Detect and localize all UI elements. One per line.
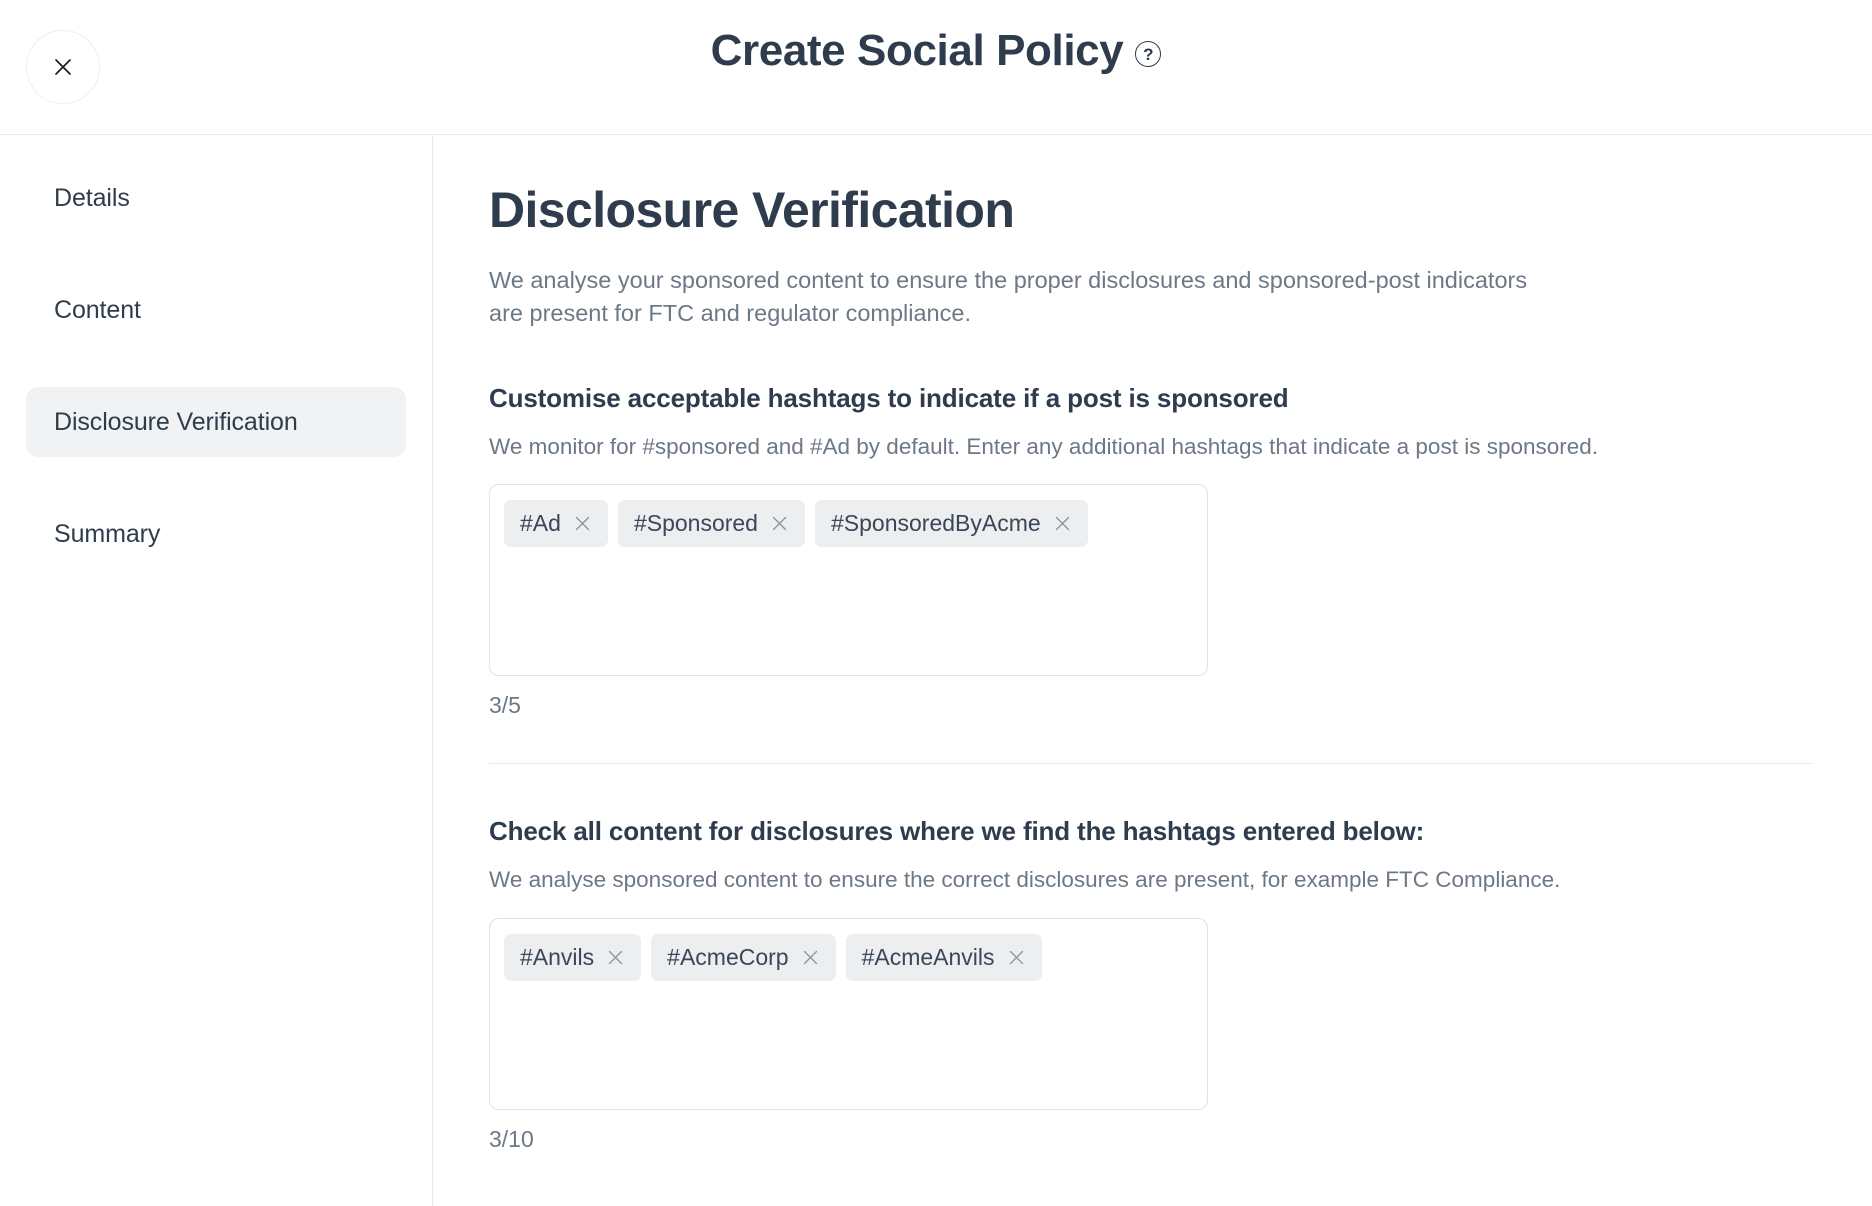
remove-chip-icon[interactable] [1007,948,1026,967]
remove-chip-icon[interactable] [573,514,592,533]
wizard-sidebar: Details Content Disclosure Verification … [0,135,433,1206]
hashtag-counter: 3/5 [489,692,521,719]
sidebar-item-summary[interactable]: Summary [26,499,406,569]
sidebar-item-disclosure-verification[interactable]: Disclosure Verification [26,387,406,457]
sidebar-item-details[interactable]: Details [26,163,406,233]
header-title-group: Create Social Policy ? [0,26,1872,75]
hashtag-chip: #Sponsored [617,500,805,548]
page-title: Create Social Policy [710,26,1124,75]
create-social-policy-modal: Create Social Policy ? Details Content D… [0,0,1872,1206]
sidebar-item-label: Summary [54,519,161,548]
hashtag-section-disclosures: Check all content for disclosures where … [489,816,1812,1153]
section-title: Check all content for disclosures where … [489,816,1425,847]
hashtag-chip: #Anvils [504,933,642,981]
hashtag-chip-label: #SponsoredByAcme [830,510,1041,537]
section-helper-text: We monitor for #sponsored and #Ad by def… [489,433,1599,459]
hashtag-chip: #AcmeCorp [651,933,836,981]
section-heading: Disclosure Verification [489,182,1015,238]
hashtag-chip: #AcmeAnvils [845,933,1042,981]
remove-chip-icon[interactable] [801,948,820,967]
hashtag-chip: #Ad [504,500,608,548]
hashtag-input-disclosures[interactable]: #Anvils #AcmeCorp #AcmeAnvils [489,917,1208,1110]
modal-body: Details Content Disclosure Verification … [0,135,1872,1206]
hashtag-chip-label: #Anvils [520,943,595,970]
hashtag-chip-label: #Sponsored [633,510,758,537]
section-divider [489,763,1812,765]
question-circle-icon[interactable]: ? [1135,41,1162,68]
remove-chip-icon[interactable] [1053,514,1072,533]
hashtag-section-sponsored: Customise acceptable hashtags to indicat… [489,383,1812,720]
hashtag-chip: #SponsoredByAcme [814,500,1088,548]
sidebar-item-label: Details [54,183,130,212]
remove-chip-icon[interactable] [770,514,789,533]
section-title: Customise acceptable hashtags to indicat… [489,382,1289,413]
hashtag-chip-label: #Ad [520,510,561,537]
sidebar-item-content[interactable]: Content [26,275,406,345]
section-helper-text: We analyse sponsored content to ensure t… [489,867,1561,893]
main-content: Disclosure Verification We analyse your … [433,135,1872,1206]
hashtag-input-sponsored[interactable]: #Ad #Sponsored #SponsoredByAcme [489,484,1208,677]
sidebar-item-label: Disclosure Verification [54,407,298,436]
hashtag-counter: 3/10 [489,1125,534,1152]
section-description: We analyse your sponsored content to ens… [489,267,1528,327]
hashtag-chip-label: #AcmeAnvils [861,943,995,970]
modal-header: Create Social Policy ? [0,0,1872,135]
hashtag-chip-label: #AcmeCorp [667,943,789,970]
sidebar-item-label: Content [54,295,141,324]
remove-chip-icon[interactable] [606,948,625,967]
